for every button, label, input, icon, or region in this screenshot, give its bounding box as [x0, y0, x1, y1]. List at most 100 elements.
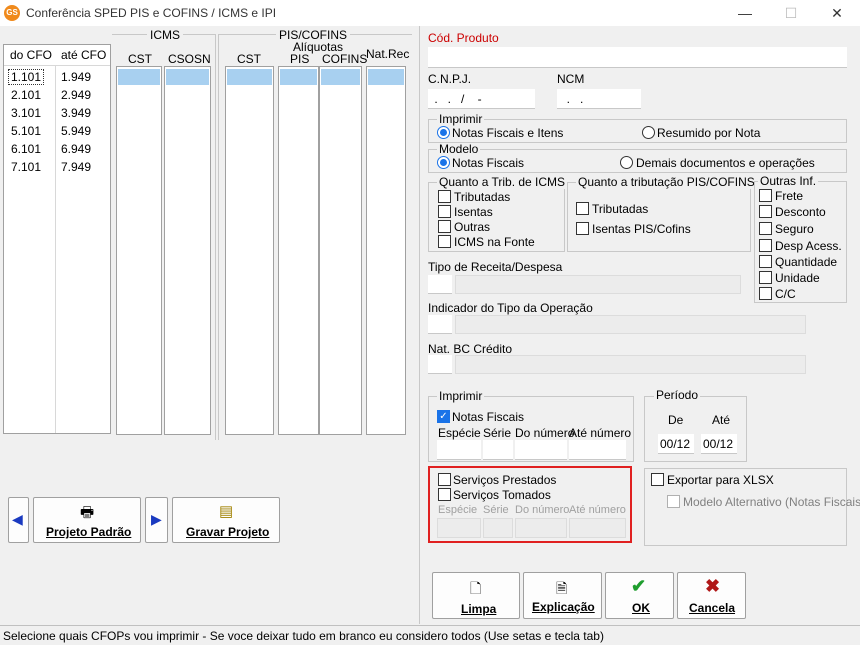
serv-col-do-numero: Do número — [515, 504, 570, 516]
maximize-button[interactable]: ☐ — [781, 3, 801, 23]
trib-icms-isentas-checkbox[interactable] — [438, 205, 451, 218]
cfo-col-divider — [55, 65, 56, 433]
nf-col-especie: Espécie — [438, 426, 481, 440]
gravar-projeto-button[interactable]: ▤ Gravar Projeto — [172, 497, 280, 543]
trib-icms-outras-label: Outras — [454, 220, 491, 234]
pis-natrec-column[interactable] — [366, 66, 406, 435]
cfo-to-3[interactable]: 5.949 — [61, 124, 91, 138]
nf-col-ate-numero: Até número — [569, 426, 632, 440]
cfo-to-4[interactable]: 6.949 — [61, 142, 91, 156]
icms-cst-cell[interactable] — [118, 69, 160, 85]
close-button[interactable]: ✕ — [827, 3, 847, 23]
cfo-from-5[interactable]: 7.101 — [11, 160, 41, 174]
icms-csosn-cell[interactable] — [166, 69, 209, 85]
pis-pis-column[interactable] — [278, 66, 319, 435]
modelo-demais-radio[interactable] — [620, 156, 633, 169]
outras-desconto-label: Desconto — [775, 205, 826, 219]
pis-cst-cell[interactable] — [227, 69, 272, 85]
cfo-table[interactable] — [3, 44, 111, 434]
trib-pis-tributadas-checkbox[interactable] — [576, 202, 589, 215]
projeto-padrao-button[interactable]: 🖶 Projeto Padrão — [33, 497, 141, 543]
prev-project-button[interactable]: ◀ — [8, 497, 29, 543]
modelo-alternativo-checkbox[interactable] — [667, 495, 680, 508]
periodo-ate-input[interactable] — [701, 434, 737, 454]
nf-serie-input[interactable] — [483, 440, 513, 460]
nf-especie-input[interactable] — [437, 440, 481, 460]
nf-do-numero-input[interactable] — [515, 440, 567, 460]
cfo-from-2[interactable]: 3.101 — [11, 106, 41, 120]
minimize-button[interactable]: — — [735, 3, 755, 23]
trib-icms-tributadas-checkbox[interactable] — [438, 190, 451, 203]
outras-quantidade-checkbox[interactable] — [759, 255, 772, 268]
servicos-prestados-checkbox[interactable] — [438, 473, 451, 486]
cfo-to-0[interactable]: 1.949 — [61, 70, 91, 84]
cfo-to-5[interactable]: 7.949 — [61, 160, 91, 174]
imprimir-notas-itens-radio[interactable] — [437, 126, 450, 139]
cfo-from-0[interactable]: 1.101 — [8, 69, 45, 85]
trib-icms-outras-checkbox[interactable] — [438, 220, 451, 233]
exportar-xlsx-label: Exportar para XLSX — [667, 473, 774, 487]
pis-cofins-column[interactable] — [319, 66, 362, 435]
outras-seguro-checkbox[interactable] — [759, 222, 772, 235]
ok-label: OK — [632, 601, 650, 615]
pis-cofins-cell[interactable] — [321, 69, 360, 85]
status-text: Selecione quais CFOPs vou imprimir - Se … — [3, 629, 604, 643]
modelo-notas-fiscais-radio[interactable] — [437, 156, 450, 169]
nat-bc-code-input[interactable] — [428, 355, 452, 374]
exportar-xlsx-checkbox[interactable] — [651, 473, 664, 486]
cancela-button[interactable]: ✖ Cancela — [677, 572, 746, 619]
modelo-demais-label: Demais documentos e operações — [636, 156, 815, 170]
outras-desp-acess-label: Desp Acess. — [775, 239, 842, 253]
outras-cc-checkbox[interactable] — [759, 287, 772, 300]
periodo-de-input[interactable] — [658, 434, 694, 454]
printer-icon: 🖶 — [80, 504, 95, 521]
icms-cst-column[interactable] — [116, 66, 162, 435]
outras-frete-checkbox[interactable] — [759, 189, 772, 202]
trib-icms-fonte-checkbox[interactable] — [438, 235, 451, 248]
servicos-tomados-checkbox[interactable] — [438, 488, 451, 501]
notas-fiscais-label: Notas Fiscais — [452, 410, 525, 424]
outras-desp-acess-checkbox[interactable] — [759, 239, 772, 252]
imprimir-resumido-label: Resumido por Nota — [657, 126, 761, 140]
icms-csosn-column[interactable] — [164, 66, 211, 435]
indicador-code-input[interactable] — [428, 315, 452, 334]
tipo-receita-code-input[interactable] — [428, 275, 452, 294]
cfo-to-1[interactable]: 2.949 — [61, 88, 91, 102]
trib-pis-isentas-checkbox[interactable] — [576, 222, 589, 235]
pis-natrec-cell[interactable] — [368, 69, 404, 85]
imprimir-group-title: Imprimir — [437, 112, 485, 126]
cnpj-input[interactable] — [428, 89, 535, 109]
servicos-tomados-label: Serviços Tomados — [453, 488, 551, 502]
pis-cst-column[interactable] — [225, 66, 274, 435]
outras-unidade-checkbox[interactable] — [759, 271, 772, 284]
pis-pis-cell[interactable] — [280, 69, 317, 85]
outras-frete-label: Frete — [775, 189, 804, 203]
ncm-input[interactable] — [557, 89, 641, 109]
nf-col-serie: Série — [483, 426, 512, 440]
periodo-ate-label: Até — [712, 413, 731, 427]
trib-pis-group — [567, 182, 751, 252]
next-project-button[interactable]: ▶ — [145, 497, 168, 543]
nf-ate-numero-input[interactable] — [569, 440, 626, 460]
cfo-to-2[interactable]: 3.949 — [61, 106, 91, 120]
cod-produto-input[interactable] — [428, 47, 847, 68]
icms-col-cst: CST — [128, 52, 152, 66]
explicacao-button[interactable]: 🗎 Explicação — [523, 572, 602, 619]
cfo-from-1[interactable]: 2.101 — [11, 88, 41, 102]
cfo-from-3[interactable]: 5.101 — [11, 124, 41, 138]
window-title: Conferência SPED PIS e COFINS / ICMS e I… — [26, 6, 277, 20]
vertical-splitter — [419, 26, 420, 624]
cfo-from-4[interactable]: 6.101 — [11, 142, 41, 156]
outras-desconto-checkbox[interactable] — [759, 205, 772, 218]
modelo-alternativo-label: Modelo Alternativo (Notas Fiscais) — [683, 495, 860, 509]
notas-fiscais-checkbox[interactable]: ✓ — [437, 410, 450, 423]
limpa-button[interactable]: 🗋 Limpa — [432, 572, 520, 619]
periodo-title: Período — [654, 388, 701, 402]
trib-icms-tributadas-label: Tributadas — [454, 190, 511, 204]
x-icon: ✖ — [705, 576, 721, 596]
trib-pis-tributadas-label: Tributadas — [592, 202, 649, 216]
imprimir-resumido-radio[interactable] — [642, 126, 655, 139]
serv-col-ate-numero: Até número — [569, 504, 626, 516]
ncm-label: NCM — [557, 72, 585, 86]
ok-button[interactable]: ✔ OK — [605, 572, 674, 619]
